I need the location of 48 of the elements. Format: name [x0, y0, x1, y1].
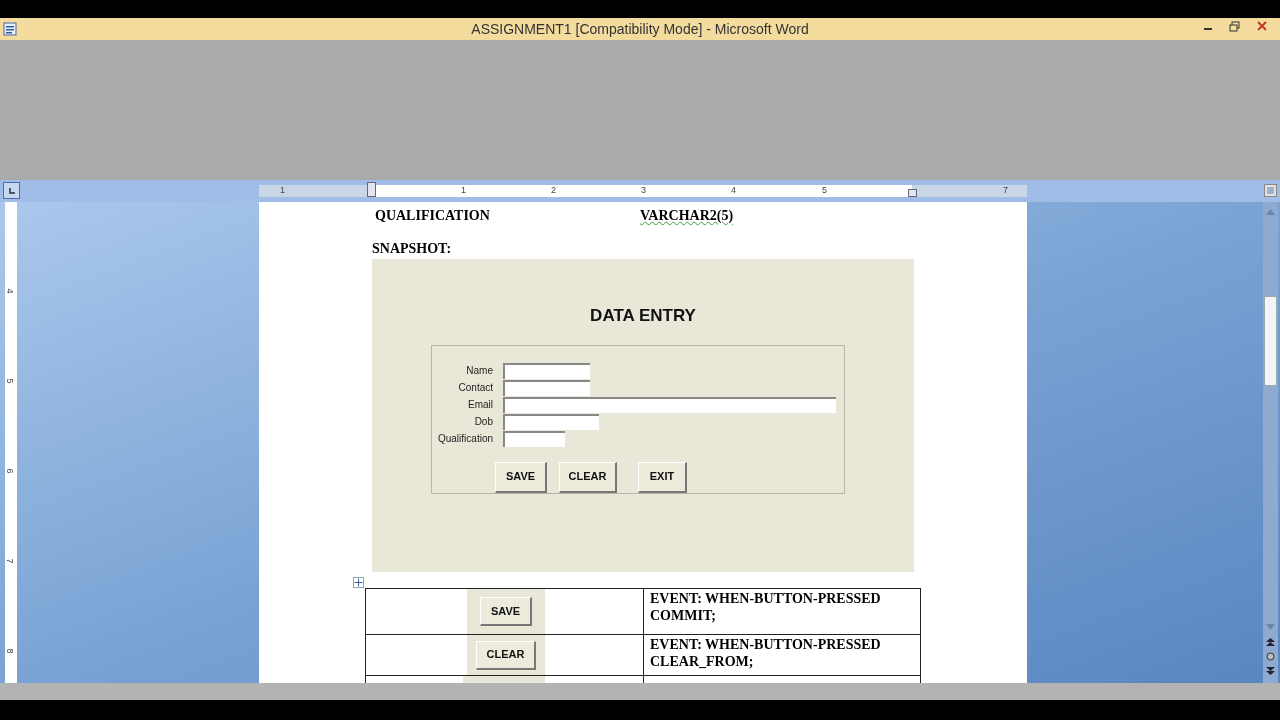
field-label: Dob [473, 415, 493, 429]
word-icon [3, 22, 17, 36]
form-button[interactable]: CLEAR [559, 461, 617, 493]
tab-stop-icon [7, 186, 16, 195]
ruler-number: 4 [731, 184, 736, 196]
window-title: ASSIGNMENT1 [Compatibility Mode] - Microsoft Word [471, 19, 809, 39]
ruler-number: 1 [280, 184, 285, 196]
field-label: Name [465, 364, 493, 378]
scroll-thumb[interactable] [1264, 296, 1277, 386]
ruler-number: 6 [4, 468, 15, 474]
field-label: Contact [457, 381, 493, 395]
form-button[interactable]: SAVE [479, 597, 533, 626]
ruler-number: 5 [4, 378, 15, 384]
input-field[interactable] [503, 379, 590, 396]
form-title: DATA ENTRY [590, 305, 696, 327]
form-button[interactable]: CLEAR [475, 640, 537, 670]
field-type: VARCHAR2(5) [640, 206, 734, 225]
browse-object-icon[interactable] [1266, 652, 1275, 661]
tab-selector[interactable] [3, 182, 20, 199]
ruler-number: 7 [1003, 184, 1008, 196]
indent-marker[interactable] [367, 182, 376, 197]
next-page-icon[interactable] [1266, 667, 1275, 675]
close-icon[interactable] [1256, 20, 1268, 32]
input-field[interactable] [503, 413, 599, 430]
input-field[interactable] [503, 362, 590, 379]
field-label: Email [467, 398, 493, 412]
field-label: Qualification [436, 432, 493, 446]
field-name: QUALIFICATION [374, 206, 491, 225]
ruler-number: 7 [4, 558, 15, 564]
ruler-number: 2 [551, 184, 556, 196]
table-move-handle[interactable] [353, 577, 364, 588]
event-code: EVENT: WHEN-BUTTON-PRESSED CLEAR_FROM; [650, 636, 882, 670]
ruler-number: 3 [641, 184, 646, 196]
section-heading: SNAPSHOT: [372, 240, 453, 258]
right-indent-marker[interactable] [908, 189, 917, 197]
event-code: EVENT: WHEN-BUTTON-PRESSED COMMIT; [650, 590, 882, 624]
input-field[interactable] [503, 396, 836, 413]
ruler-number: 5 [822, 184, 827, 196]
ruler-number: 4 [4, 288, 15, 294]
ruler-number: 1 [461, 184, 466, 196]
form-button[interactable]: EXIT [638, 461, 687, 493]
view-ruler-icon[interactable] [1264, 184, 1277, 197]
restore-icon[interactable] [1229, 20, 1240, 32]
move-icon [354, 578, 363, 587]
input-field[interactable] [503, 430, 565, 447]
ruler-number: 8 [4, 648, 15, 654]
form-button[interactable]: SAVE [495, 461, 547, 493]
previous-page-icon[interactable] [1266, 638, 1275, 646]
